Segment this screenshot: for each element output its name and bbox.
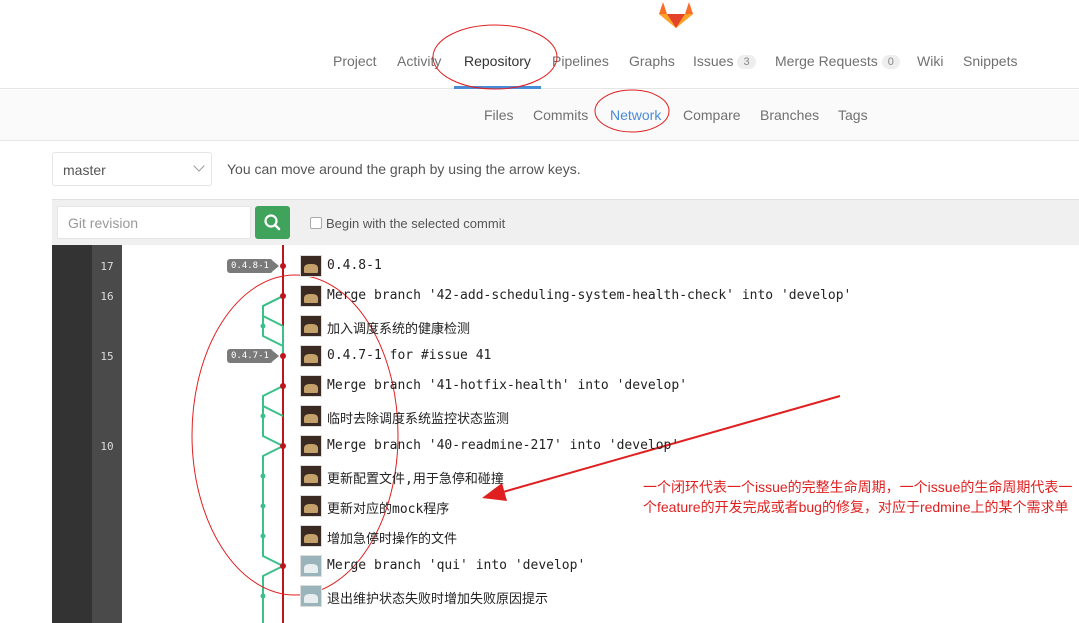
commit-message[interactable]: 0.4.7-1 for #issue 41	[327, 348, 491, 363]
git-revision-input[interactable]: Git revision	[57, 206, 251, 239]
subnav-commits[interactable]: Commits	[533, 107, 588, 123]
avatar	[300, 465, 322, 487]
commit-message[interactable]: 退出维护状态失败时增加失败原因提示	[327, 588, 548, 607]
branch-select[interactable]: master	[52, 152, 212, 186]
commit-message[interactable]: 加入调度系统的健康检测	[327, 318, 470, 337]
nav-merge-requests-label: Merge Requests	[775, 53, 878, 69]
avatar	[300, 405, 322, 427]
subnav-compare[interactable]: Compare	[683, 107, 741, 123]
day-number: 17	[100, 260, 114, 273]
subnav-tags[interactable]: Tags	[838, 107, 868, 123]
tag-label[interactable]: 0.4.8-1	[227, 259, 279, 273]
commit-message[interactable]: 0.4.8-1	[327, 258, 382, 273]
commit-message[interactable]: Merge branch '42-add-scheduling-system-h…	[327, 288, 851, 303]
subnav-network[interactable]: Network	[610, 107, 661, 123]
commit-message[interactable]: Merge branch '40-readmine-217' into 'dev…	[327, 438, 679, 453]
issues-count-badge: 3	[737, 55, 756, 69]
day-number: 15	[100, 350, 114, 363]
avatar	[300, 345, 322, 367]
nav-graphs[interactable]: Graphs	[629, 53, 675, 69]
avatar	[300, 375, 322, 397]
active-nav-indicator	[454, 86, 541, 89]
day-number: 16	[100, 290, 114, 303]
nav-activity[interactable]: Activity	[397, 53, 441, 69]
day-number: 10	[100, 440, 114, 453]
avatar	[300, 555, 322, 577]
subnav-branches[interactable]: Branches	[760, 107, 819, 123]
commit-message[interactable]: Merge branch '41-hotfix-health' into 'de…	[327, 378, 687, 393]
avatar	[300, 285, 322, 307]
begin-with-selected-checkbox[interactable]	[310, 217, 322, 229]
avatar	[300, 495, 322, 517]
network-page: { "nav": { "items": [ {"label": "Project…	[0, 0, 1079, 623]
commit-message[interactable]: Merge branch 'qui' into 'develop'	[327, 558, 585, 573]
commit-message[interactable]: 增加急停时操作的文件	[327, 528, 457, 547]
nav-snippets[interactable]: Snippets	[963, 53, 1017, 69]
nav-issues[interactable]: Issues 3	[693, 53, 756, 69]
avatar	[300, 525, 322, 547]
merge-requests-count-badge: 0	[881, 55, 900, 69]
repository-subnav: Files Commits Network Compare Branches T…	[0, 90, 1079, 141]
nav-pipelines[interactable]: Pipelines	[552, 53, 609, 69]
graph-hint-text: You can move around the graph by using t…	[227, 161, 581, 177]
nav-wiki[interactable]: Wiki	[917, 53, 943, 69]
revision-bar: Git revision Begin with the selected com…	[52, 199, 1079, 245]
graph-month-gutter	[52, 245, 92, 623]
tag-label[interactable]: 0.4.7-1	[227, 349, 279, 363]
begin-with-selected-label: Begin with the selected commit	[326, 216, 506, 231]
nav-issues-label: Issues	[693, 53, 734, 69]
annotation-note: 一个闭环代表一个issue的完整生命周期，一个issue的生命周期代表一个fea…	[643, 479, 1073, 515]
avatar	[300, 255, 322, 277]
commit-message[interactable]: 更新配置文件,用于急停和碰撞	[327, 468, 504, 487]
nav-merge-requests[interactable]: Merge Requests 0	[775, 53, 900, 69]
nav-project[interactable]: Project	[333, 53, 377, 69]
project-nav: Project Activity Repository Pipelines Gr…	[0, 0, 1079, 89]
avatar	[300, 585, 322, 607]
avatar	[300, 435, 322, 457]
commit-message[interactable]: 更新对应的mock程序	[327, 498, 449, 517]
search-button[interactable]	[255, 206, 290, 239]
commit-message[interactable]: 临时去除调度系统监控状态监测	[327, 408, 509, 427]
chevron-down-icon	[193, 160, 205, 172]
avatar	[300, 315, 322, 337]
search-icon	[264, 214, 281, 231]
nav-repository[interactable]: Repository	[464, 53, 531, 69]
branch-select-value: master	[63, 162, 106, 178]
subnav-files[interactable]: Files	[484, 107, 514, 123]
